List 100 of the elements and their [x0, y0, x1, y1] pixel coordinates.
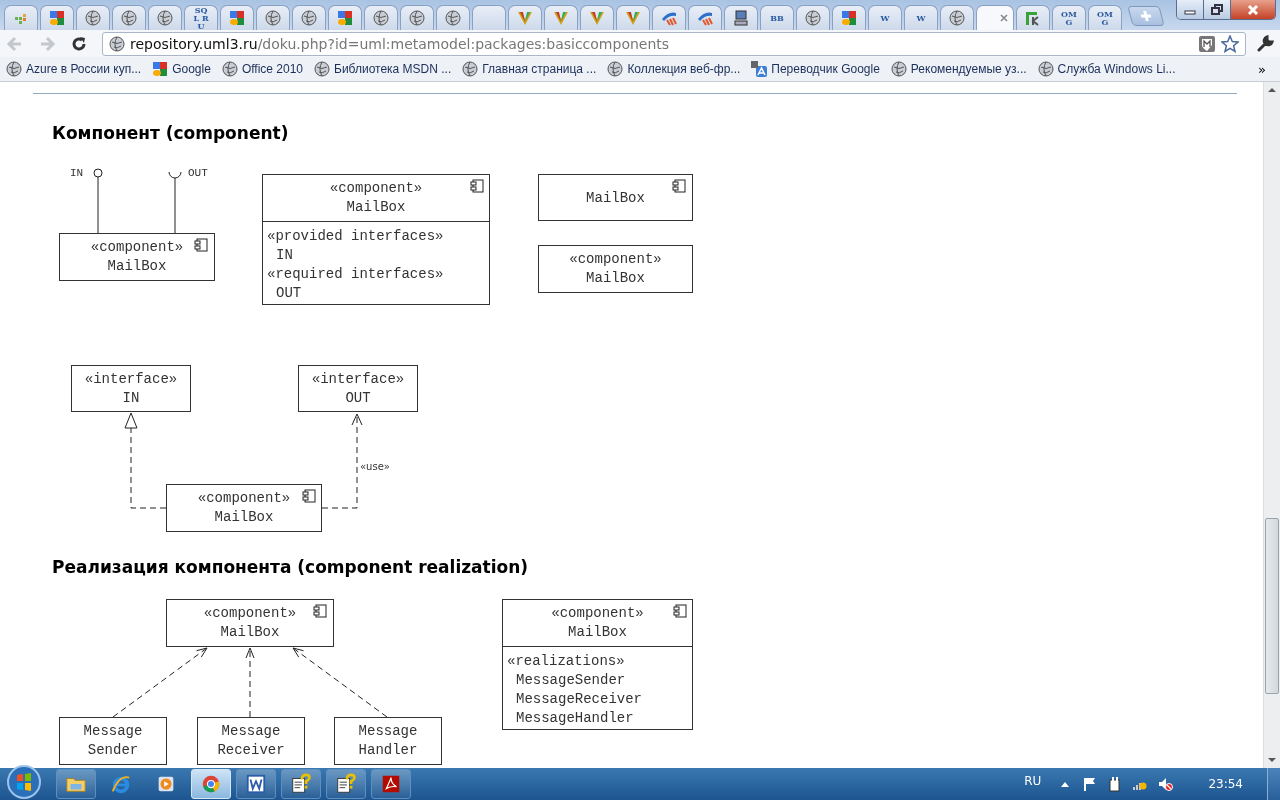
bookmark-link[interactable]: Office 2010	[221, 61, 304, 77]
component-name: MailBox	[586, 269, 645, 288]
browser-tab[interactable]	[1016, 5, 1050, 30]
globe-icon	[85, 10, 101, 26]
bookmark-link[interactable]: Главная страница ...	[462, 61, 597, 77]
browser-tab[interactable]	[832, 5, 866, 30]
browser-tab[interactable]: W	[868, 5, 902, 30]
more-bookmarks-button[interactable]: »	[1258, 61, 1266, 77]
scrollbar[interactable]	[1263, 82, 1280, 768]
show-desktop-button[interactable]	[1267, 768, 1280, 800]
plus-icon	[1138, 10, 1154, 22]
color-blocks-icon	[841, 10, 857, 26]
shield-icon[interactable]	[1198, 34, 1216, 53]
translate-icon	[751, 61, 768, 77]
keyword-line: «realizations»	[507, 652, 625, 671]
stereotype-label: «component»	[329, 179, 423, 198]
taskbar-app[interactable]	[236, 769, 276, 799]
taskbar-app[interactable]	[371, 769, 411, 799]
restore-button[interactable]	[1204, 0, 1231, 19]
browser-tab[interactable]	[652, 5, 686, 30]
section-heading: Реализация компонента (component realization)	[52, 556, 529, 579]
globe-icon	[265, 10, 281, 26]
computer-icon	[733, 10, 749, 26]
bookmark-link[interactable]: Коллекция веб-фр...	[607, 61, 741, 77]
clock[interactable]: 23:54	[1208, 777, 1243, 791]
flag-k-icon	[1025, 10, 1041, 26]
letter-icon: W	[876, 14, 894, 22]
browser-tab[interactable]	[436, 5, 470, 30]
star-icon[interactable]	[1221, 34, 1239, 53]
v-logo-icon	[517, 10, 533, 26]
browser-tab[interactable]	[292, 5, 326, 30]
browser-tab[interactable]: BB	[760, 5, 794, 30]
globe-icon	[109, 35, 125, 52]
browser-tab[interactable]: OMG	[1052, 5, 1086, 30]
browser-tab[interactable]	[724, 5, 758, 30]
taskbar-app[interactable]	[281, 769, 321, 799]
stereotype-label: «interface»	[311, 370, 405, 389]
component-name: MailBox	[586, 189, 645, 206]
taskbar-app[interactable]	[56, 769, 96, 799]
bookmark-link[interactable]: Служба Windows Li...	[1037, 61, 1176, 77]
help-document-icon	[335, 773, 357, 795]
browser-tab[interactable]: OMG	[1088, 5, 1122, 30]
taskbar-app[interactable]	[326, 769, 366, 799]
browser-tab[interactable]	[328, 5, 362, 30]
component-name: MailBox	[568, 623, 627, 642]
component-name: MailBox	[107, 257, 167, 276]
compartment-item: MessageReceiver	[516, 690, 643, 709]
wrench-icon[interactable]	[1256, 34, 1274, 53]
letter-icon: OMG	[1096, 10, 1114, 26]
color-blocks-icon	[337, 10, 353, 26]
browser-tab[interactable]	[940, 5, 974, 30]
globe-icon	[890, 61, 907, 77]
browser-tab[interactable]	[76, 5, 110, 30]
browser-tab[interactable]: SQL RU	[184, 5, 218, 30]
browser-tab[interactable]	[364, 5, 398, 30]
bookmark-link[interactable]: Google	[152, 61, 211, 77]
compartment-item: MessageSender	[516, 671, 626, 690]
close-tab-icon[interactable]	[999, 13, 1009, 23]
interface-name: OUT	[345, 389, 371, 408]
globe-icon	[301, 10, 317, 26]
browser-tab[interactable]	[256, 5, 290, 30]
address-field[interactable]: repository.uml3.ru/doku.php?id=uml:metamodel:packages:basiccomponents	[102, 31, 1246, 56]
reload-icon[interactable]	[70, 34, 88, 53]
stereotype-label: «component»	[551, 604, 644, 623]
bookmark-link[interactable]: Библиотека MSDN ...	[314, 61, 452, 77]
close-button[interactable]	[1231, 0, 1275, 19]
globe-icon	[949, 10, 965, 26]
restore-icon	[1211, 3, 1223, 16]
class-name: Receiver	[217, 741, 285, 760]
bookmark-link[interactable]: Рекомендуемые уз...	[890, 61, 1027, 77]
browser-tab[interactable]: W	[904, 5, 938, 30]
browser-tab[interactable]	[220, 5, 254, 30]
browser-tab[interactable]	[688, 5, 722, 30]
color-blocks-icon	[49, 10, 65, 26]
component-icon	[673, 604, 687, 618]
class-name: Message	[358, 722, 418, 741]
keyword-line: «required interfaces»	[267, 265, 444, 284]
muted-speaker-icon[interactable]	[1157, 776, 1174, 792]
new-tab-button[interactable]	[1127, 6, 1165, 26]
browser-tab[interactable]	[148, 5, 182, 30]
globe-icon	[157, 10, 173, 26]
browser-tab[interactable]	[796, 5, 830, 30]
browser-tab[interactable]	[112, 5, 146, 30]
scrollbar-thumb[interactable]	[1265, 518, 1279, 694]
language-indicator[interactable]: RU	[1024, 774, 1042, 788]
bookmark-link[interactable]: Переводчик Google	[751, 61, 880, 77]
stereotype-label: «component»	[90, 238, 184, 257]
browser-tab[interactable]	[400, 5, 434, 30]
class-name: Sender	[87, 741, 139, 760]
letter-icon: BB	[768, 14, 786, 22]
bookmark-link[interactable]: Azure в России куп...	[6, 61, 142, 77]
component-name: MailBox	[214, 508, 274, 527]
browser-tab[interactable]	[40, 5, 74, 30]
pdf-icon	[380, 773, 402, 795]
port-label: IN	[70, 166, 84, 180]
color-blocks-icon	[229, 10, 245, 26]
component-icon	[194, 238, 208, 252]
minimize-button[interactable]	[1177, 0, 1204, 19]
letter-icon: SQL RU	[192, 6, 210, 30]
start-button[interactable]	[6, 764, 42, 800]
